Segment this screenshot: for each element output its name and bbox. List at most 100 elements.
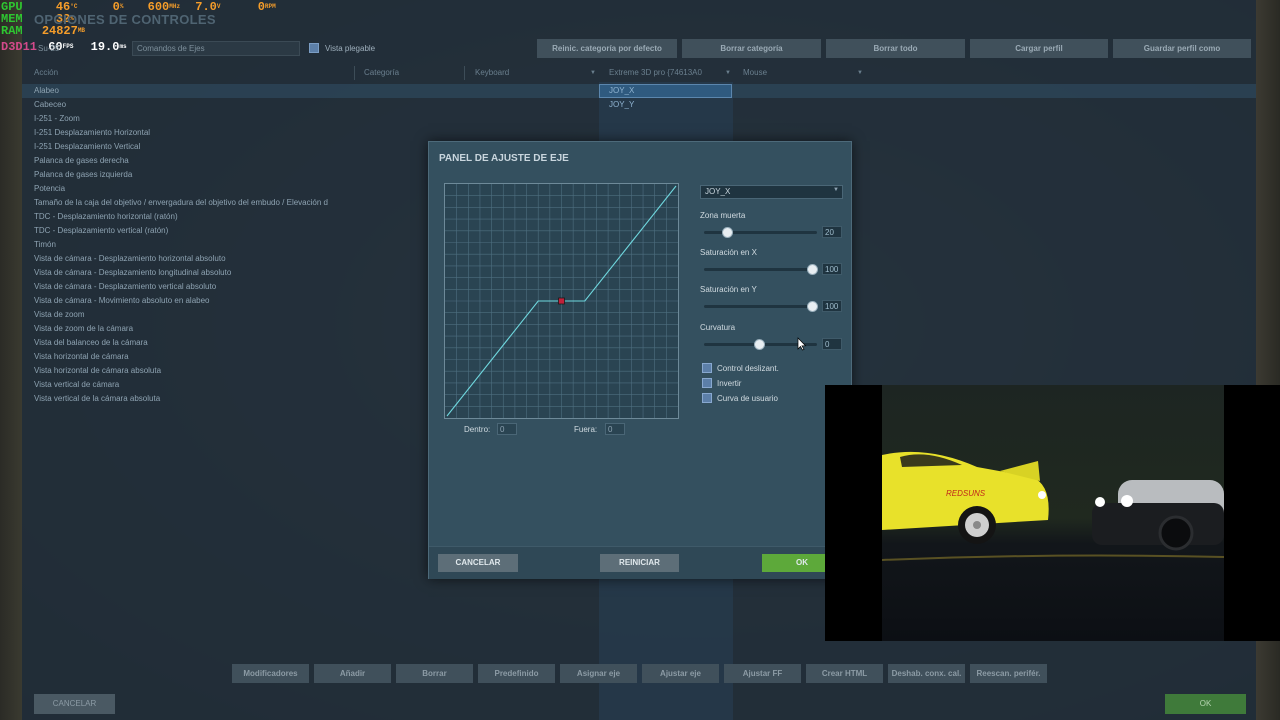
action-row[interactable]: I-251 Desplazamiento Vertical: [34, 142, 140, 151]
action-row[interactable]: Vista de zoom de la cámara: [34, 324, 133, 333]
saturation-y-slider-knob[interactable]: [807, 301, 818, 312]
modifiers-button[interactable]: Modificadores: [232, 664, 309, 683]
saturation-y-slider-track[interactable]: [704, 305, 817, 308]
dialog-cancel-button[interactable]: CANCELAR: [438, 554, 518, 572]
saturation-x-slider-knob[interactable]: [807, 264, 818, 275]
deadzone-slider-track[interactable]: [704, 231, 817, 234]
cancel-button[interactable]: CANCELAR: [34, 694, 115, 714]
deadzone-label: Zona muerta: [700, 211, 746, 220]
curvature-label: Curvatura: [700, 323, 736, 332]
car-decal-text: REDSUNS: [946, 489, 986, 498]
action-row[interactable]: Vista de cámara - Desplazamiento longitu…: [34, 268, 231, 277]
action-row[interactable]: Cabeceo: [34, 100, 66, 109]
saturation-y-label: Saturación en Y: [700, 285, 757, 294]
saturation-y-value-field[interactable]: 100: [822, 300, 842, 312]
axis-response-graph: [444, 183, 679, 419]
page-title: OPCIONES DE CONTROLES: [34, 12, 216, 27]
action-row[interactable]: Vista de cámara - Movimiento absoluto en…: [34, 296, 210, 305]
dialog-reset-button[interactable]: REINICIAR: [600, 554, 679, 572]
action-row[interactable]: I-251 Desplazamiento Horizontal: [34, 128, 150, 137]
action-row[interactable]: Vista horizontal de cámara absoluta: [34, 366, 161, 375]
save-profile-as-button[interactable]: Guardar perfil como: [1113, 39, 1251, 58]
rescan-devices-button[interactable]: Reescan. perifér.: [970, 664, 1047, 683]
action-row[interactable]: TDC - Desplazamiento vertical (ratón): [34, 226, 168, 235]
action-row[interactable]: Vista de cámara - Desplazamiento horizon…: [34, 254, 226, 263]
action-row[interactable]: Vista horizontal de cámara: [34, 352, 129, 361]
user-curve-checkbox[interactable]: [702, 393, 712, 403]
curvature-value-field[interactable]: 0: [822, 338, 842, 350]
action-row[interactable]: Tamaño de la caja del objetivo / enverga…: [34, 198, 328, 207]
column-header-action[interactable]: Acción: [34, 68, 58, 77]
outer-value-field[interactable]: 0: [605, 423, 625, 435]
load-profile-button[interactable]: Cargar perfil: [970, 39, 1108, 58]
ok-button[interactable]: OK: [1165, 694, 1246, 714]
slider-control-label: Control deslizant.: [717, 364, 779, 373]
user-curve-label: Curva de usuario: [717, 394, 778, 403]
joystick-binding-cell[interactable]: JOY_X: [609, 86, 634, 95]
clear-all-button[interactable]: Borrar todo: [826, 39, 965, 58]
action-row[interactable]: Vista de cámara - Desplazamiento vertica…: [34, 282, 216, 291]
sort-arrow-icon: ▼: [725, 70, 731, 76]
column-separator[interactable]: [464, 66, 465, 80]
axis-tune-dialog: PANEL DE AJUSTE DE EJE JOY_X ▼ Zona muer…: [428, 141, 852, 579]
inner-value-field[interactable]: 0: [497, 423, 517, 435]
column-header-keyboard[interactable]: Keyboard: [475, 68, 509, 77]
action-row[interactable]: Alabeo: [34, 86, 59, 95]
mouse-cursor-icon: [797, 337, 807, 351]
joystick-binding-cell[interactable]: JOY_Y: [609, 100, 634, 109]
action-row[interactable]: I-251 - Zoom: [34, 114, 80, 123]
inner-label: Dentro:: [464, 425, 491, 434]
sort-arrow-icon: ▼: [857, 70, 863, 76]
curvature-slider-knob[interactable]: [754, 339, 765, 350]
racing-cars-image: REDSUNS: [882, 451, 1224, 561]
column-header-mouse[interactable]: Mouse: [743, 68, 767, 77]
osd-frametime: 19.0: [90, 40, 120, 54]
action-row[interactable]: Vista vertical de la cámara absoluta: [34, 394, 160, 403]
default-button[interactable]: Predefinido: [478, 664, 555, 683]
saturation-x-slider-track[interactable]: [704, 268, 817, 271]
column-separator[interactable]: [354, 66, 355, 80]
dialog-title: PANEL DE AJUSTE DE EJE: [439, 153, 569, 164]
chevron-down-icon: ▼: [833, 187, 839, 193]
osd-d3d-label: D3D11: [1, 40, 38, 54]
sort-arrow-icon: ▼: [590, 70, 596, 76]
invert-label: Invertir: [717, 379, 742, 388]
response-curve-svg: [445, 184, 678, 418]
add-button[interactable]: Añadir: [314, 664, 391, 683]
disable-hotplug-button[interactable]: Deshab. conx. cal.: [888, 664, 965, 683]
action-row[interactable]: Palanca de gases derecha: [34, 156, 129, 165]
axis-position-marker: [558, 297, 565, 305]
action-row[interactable]: Vista vertical de cámara: [34, 380, 119, 389]
action-row[interactable]: Palanca de gases izquierda: [34, 170, 132, 179]
action-row[interactable]: Vista del balanceo de la cámara: [34, 338, 148, 347]
action-row[interactable]: Vista de zoom: [34, 310, 85, 319]
saturation-x-value-field[interactable]: 100: [822, 263, 842, 275]
outer-label: Fuera:: [574, 425, 598, 434]
tune-axis-button[interactable]: Ajustar eje: [642, 664, 719, 683]
aircraft-label: Su-25: [38, 44, 60, 53]
delete-button[interactable]: Borrar: [396, 664, 473, 683]
axis-select-dropdown[interactable]: JOY_X ▼: [700, 185, 843, 199]
create-html-button[interactable]: Crear HTML: [806, 664, 883, 683]
deadzone-value-field[interactable]: 20: [822, 226, 842, 238]
action-row[interactable]: TDC - Desplazamiento horizontal (ratón): [34, 212, 178, 221]
osd-gpu-rpm: 0: [257, 0, 265, 14]
reset-category-button[interactable]: Reinic. categoría por defecto: [537, 39, 677, 58]
invert-checkbox[interactable]: [702, 378, 712, 388]
tune-ff-button[interactable]: Ajustar FF: [724, 664, 801, 683]
action-row[interactable]: Timón: [34, 240, 56, 249]
slider-control-checkbox[interactable]: [702, 363, 712, 373]
action-row[interactable]: Potencia: [34, 184, 65, 193]
category-filter-select[interactable]: Comandos de Ejes: [132, 41, 300, 56]
left-edge-background: [0, 0, 22, 720]
clear-category-button[interactable]: Borrar categoría: [682, 39, 821, 58]
deadzone-slider-knob[interactable]: [722, 227, 733, 238]
column-header-joystick[interactable]: Extreme 3D pro {74613A0: [609, 68, 702, 77]
collapsible-view-label: Vista plegable: [325, 44, 376, 53]
column-header-category[interactable]: Categoría: [364, 68, 399, 77]
axis-select-value: JOY_X: [705, 187, 731, 196]
saturation-x-label: Saturación en X: [700, 248, 757, 257]
collapsible-view-checkbox[interactable]: [309, 43, 319, 53]
category-filter-value: Comandos de Ejes: [137, 44, 205, 53]
assign-axis-button[interactable]: Asignar eje: [560, 664, 637, 683]
